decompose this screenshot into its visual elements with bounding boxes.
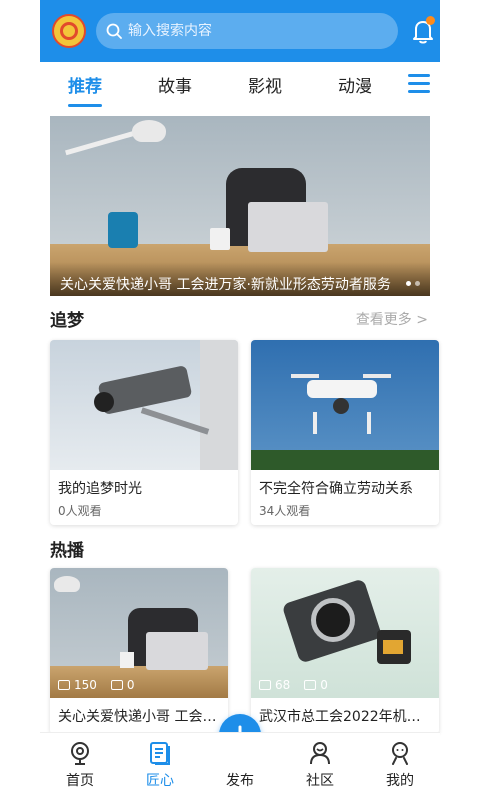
video-card[interactable]: 我的追梦时光 0人观看 bbox=[50, 340, 238, 525]
carousel-indicator bbox=[406, 281, 420, 286]
play-count: 68 bbox=[275, 678, 291, 692]
play-icon bbox=[259, 680, 271, 690]
video-stats: 68 0 bbox=[259, 678, 328, 692]
nav-item-home[interactable]: 首页 bbox=[40, 733, 120, 800]
video-title: 武汉市总工会2022年机关工作 bbox=[259, 709, 439, 725]
video-title: 我的追梦时光 bbox=[58, 481, 142, 497]
comment-icon bbox=[304, 680, 317, 690]
view-more-link[interactable]: 查看更多 > bbox=[356, 309, 428, 329]
category-tabs: 推荐 故事 影视 动漫 bbox=[40, 62, 440, 107]
nav-label: 发布 bbox=[226, 773, 254, 789]
video-thumbnail bbox=[251, 340, 439, 470]
view-count: 0人观看 bbox=[58, 504, 102, 518]
community-icon bbox=[310, 742, 330, 765]
video-card[interactable]: 68 0 武汉市总工会2022年机关工作 bbox=[251, 568, 439, 734]
search-bar[interactable] bbox=[96, 13, 398, 49]
section-title-dream: 追梦 bbox=[50, 311, 84, 331]
play-icon bbox=[58, 680, 70, 690]
search-input[interactable] bbox=[128, 23, 398, 39]
hero-banner[interactable]: 关心关爱快递小哥 工会进万家·新就业形态劳动者服务 bbox=[50, 116, 430, 296]
video-thumbnail bbox=[50, 340, 238, 470]
nav-label: 我的 bbox=[386, 773, 414, 789]
video-title: 关心关爱快递小哥 工会进万家 bbox=[58, 709, 228, 725]
document-icon bbox=[150, 742, 170, 765]
tab-animation[interactable]: 动漫 bbox=[310, 72, 400, 97]
profile-icon bbox=[392, 742, 408, 765]
tab-recommend[interactable]: 推荐 bbox=[40, 72, 130, 107]
comment-icon bbox=[110, 680, 123, 690]
nav-item-community[interactable]: 社区 bbox=[280, 733, 360, 800]
play-count: 150 bbox=[74, 678, 97, 692]
laptop-image bbox=[248, 202, 328, 252]
comment-count: 0 bbox=[126, 678, 135, 692]
section-title-hot: 热播 bbox=[50, 541, 84, 561]
video-title: 不完全符合确立劳动关系 bbox=[259, 481, 413, 497]
video-stats: 150 0 bbox=[58, 678, 135, 692]
union-logo-icon bbox=[52, 14, 86, 48]
tab-video[interactable]: 影视 bbox=[220, 72, 310, 97]
video-thumbnail: 68 0 bbox=[251, 568, 439, 698]
video-thumbnail: 150 0 bbox=[50, 568, 228, 698]
banner-caption: 关心关爱快递小哥 工会进万家·新就业形态劳动者服务 bbox=[50, 262, 430, 296]
nav-item-mine[interactable]: 我的 bbox=[360, 733, 440, 800]
tab-story[interactable]: 故事 bbox=[130, 72, 220, 97]
comment-count: 0 bbox=[320, 678, 328, 692]
search-icon bbox=[106, 23, 122, 39]
tab-menu-icon[interactable] bbox=[408, 74, 430, 94]
nav-label: 社区 bbox=[306, 773, 334, 789]
video-card[interactable]: 不完全符合确立劳动关系 34人观看 bbox=[251, 340, 439, 525]
bottom-nav: 首页 匠心 发布 社区 我的 bbox=[40, 732, 440, 800]
nav-label: 首页 bbox=[66, 773, 94, 789]
video-card[interactable]: 150 0 关心关爱快递小哥 工会进万家 bbox=[50, 568, 228, 734]
app-header bbox=[40, 0, 440, 62]
nav-item-craft[interactable]: 匠心 bbox=[120, 733, 200, 800]
notification-dot bbox=[426, 16, 435, 25]
nav-label: 匠心 bbox=[146, 773, 174, 789]
view-count: 34人观看 bbox=[259, 504, 311, 518]
notification-button[interactable] bbox=[408, 16, 438, 46]
webcam-icon bbox=[71, 742, 89, 765]
nav-item-publish[interactable]: 发布 bbox=[200, 733, 280, 800]
